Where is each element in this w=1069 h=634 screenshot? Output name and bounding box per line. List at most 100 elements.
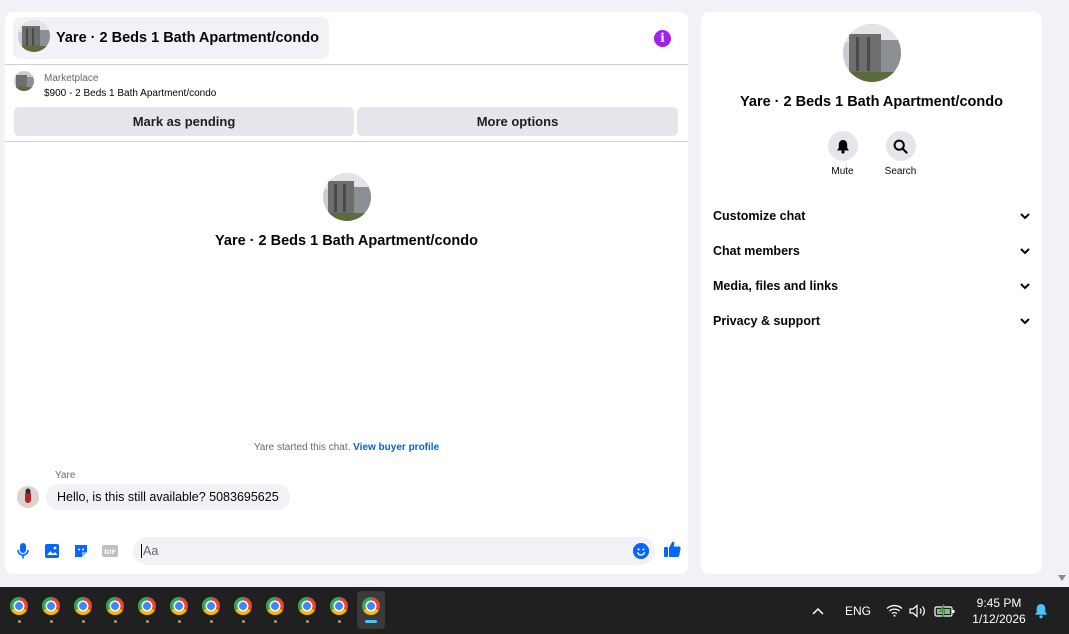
taskbar-app-button[interactable]	[165, 591, 193, 629]
text-caret	[141, 544, 142, 558]
listing-source: Marketplace	[44, 73, 99, 84]
system-message: Yare started this chat. View buyer profi…	[5, 442, 688, 453]
chrome-icon	[42, 597, 60, 615]
chat-title-button[interactable]: Yare · 2 Beds 1 Bath Apartment/condo	[13, 17, 329, 59]
chrome-icon	[266, 597, 284, 615]
message-input[interactable]: Aa	[133, 537, 655, 565]
listing-title: $900 - 2 Beds 1 Bath Apartment/condo	[44, 88, 217, 99]
taskbar-app-button[interactable]	[69, 591, 97, 629]
taskbar-app-button[interactable]	[357, 591, 385, 629]
mute-button[interactable]: Mute	[825, 131, 861, 177]
chrome-icon	[330, 597, 348, 615]
section-label: Customize chat	[713, 208, 806, 223]
intro-name: Yare · 2 Beds 1 Bath Apartment/condo	[215, 233, 478, 249]
sender-avatar[interactable]	[17, 486, 39, 508]
taskbar-app-button[interactable]	[133, 591, 161, 629]
running-indicator	[337, 620, 341, 623]
wifi-icon[interactable]	[886, 587, 903, 634]
taskbar-app-button[interactable]	[293, 591, 321, 629]
running-indicator	[365, 620, 377, 623]
running-indicator	[209, 620, 213, 623]
running-indicator	[177, 620, 181, 623]
chat-title: Yare · 2 Beds 1 Bath Apartment/condo	[56, 30, 319, 46]
system-message-text: Yare started this chat.	[253, 442, 351, 453]
running-indicator	[17, 620, 21, 623]
search-label: Search	[884, 166, 917, 177]
microphone-icon[interactable]	[15, 543, 31, 559]
running-indicator	[305, 620, 309, 623]
chrome-icon	[74, 597, 92, 615]
info-name: Yare · 2 Beds 1 Bath Apartment/condo	[740, 94, 1003, 110]
chrome-icon	[106, 597, 124, 615]
conversation-intro: Yare · 2 Beds 1 Bath Apartment/condo	[5, 173, 688, 249]
message-input-placeholder: Aa	[143, 544, 159, 558]
chevron-down-icon	[1020, 244, 1030, 258]
listing-actions: Mark as pending More options	[14, 107, 679, 136]
taskbar-app-button[interactable]	[5, 591, 33, 629]
listing-small-thumbnail	[14, 71, 34, 96]
taskbar-app-button[interactable]	[37, 591, 65, 629]
chat-header: Yare · 2 Beds 1 Bath Apartment/condo i	[5, 12, 688, 64]
notification-bell-icon[interactable]	[1034, 587, 1048, 634]
section-privacy-support[interactable]: Privacy & support	[701, 303, 1042, 338]
message-bubble[interactable]: Hello, is this still available? 50836956…	[46, 484, 290, 510]
clock-date: 1/12/2026	[972, 612, 1026, 626]
thumbs-up-icon[interactable]	[663, 540, 681, 563]
sticker-icon[interactable]	[73, 543, 89, 559]
chrome-icon	[170, 597, 188, 615]
listing-bar: Marketplace $900 - 2 Beds 1 Bath Apartme…	[5, 64, 688, 142]
message-sender-name: Yare	[55, 470, 76, 481]
taskbar-app-button[interactable]	[229, 591, 257, 629]
chrome-icon	[138, 597, 156, 615]
running-indicator	[145, 620, 149, 623]
taskbar-app-button[interactable]	[325, 591, 353, 629]
battery-icon[interactable]	[934, 587, 956, 634]
gif-icon[interactable]: GIF	[102, 543, 118, 559]
mute-label: Mute	[831, 166, 854, 177]
chrome-icon	[202, 597, 220, 615]
section-label: Privacy & support	[713, 313, 820, 328]
taskbar-app-button[interactable]	[261, 591, 289, 629]
chrome-icon	[362, 597, 380, 615]
running-indicator	[273, 620, 277, 623]
info-sections: Customize chat Chat members Media, files…	[701, 198, 1042, 338]
emoji-icon[interactable]	[633, 543, 649, 559]
chevron-down-icon	[1020, 279, 1030, 293]
taskbar-app-button[interactable]	[197, 591, 225, 629]
section-label: Media, files and links	[713, 278, 839, 293]
more-options-button[interactable]: More options	[357, 107, 678, 136]
mark-as-pending-button[interactable]: Mark as pending	[14, 107, 354, 136]
listing-summary[interactable]: Marketplace $900 - 2 Beds 1 Bath Apartme…	[14, 71, 679, 101]
gif-label: GIF	[104, 548, 116, 556]
listing-thumbnail	[18, 19, 50, 57]
info-icon[interactable]: i	[654, 29, 671, 47]
intro-avatar	[322, 173, 371, 226]
bell-icon	[827, 131, 858, 161]
chrome-icon	[234, 597, 252, 615]
chevron-down-icon	[1020, 314, 1030, 328]
message-composer: GIF Aa	[5, 536, 688, 566]
section-chat-members[interactable]: Chat members	[701, 233, 1042, 268]
taskbar: ENG 9:45 PM 1/12/2026	[0, 587, 1069, 634]
running-indicator	[113, 620, 117, 623]
volume-icon[interactable]	[909, 587, 927, 634]
conversation-info-panel: Yare · 2 Beds 1 Bath Apartment/condo Mut…	[701, 12, 1042, 574]
quick-actions: Mute Search	[825, 131, 919, 177]
chrome-icon	[10, 597, 28, 615]
page-scroll-down-arrow[interactable]	[1058, 575, 1066, 581]
info-avatar	[842, 24, 901, 87]
section-media-files-links[interactable]: Media, files and links	[701, 268, 1042, 303]
search-button[interactable]: Search	[883, 131, 919, 177]
running-indicator	[241, 620, 245, 623]
chat-panel: Yare · 2 Beds 1 Bath Apartment/condo i M…	[5, 12, 688, 574]
section-customize-chat[interactable]: Customize chat	[701, 198, 1042, 233]
chevron-up-icon[interactable]	[812, 587, 824, 634]
photo-icon[interactable]	[44, 543, 60, 559]
running-indicator	[49, 620, 53, 623]
taskbar-app-button[interactable]	[101, 591, 129, 629]
view-buyer-profile-link[interactable]: View buyer profile	[353, 442, 439, 453]
running-indicator	[81, 620, 85, 623]
language-indicator[interactable]: ENG	[845, 587, 871, 634]
chrome-icon	[298, 597, 316, 615]
system-clock[interactable]: 9:45 PM 1/12/2026	[968, 595, 1030, 627]
